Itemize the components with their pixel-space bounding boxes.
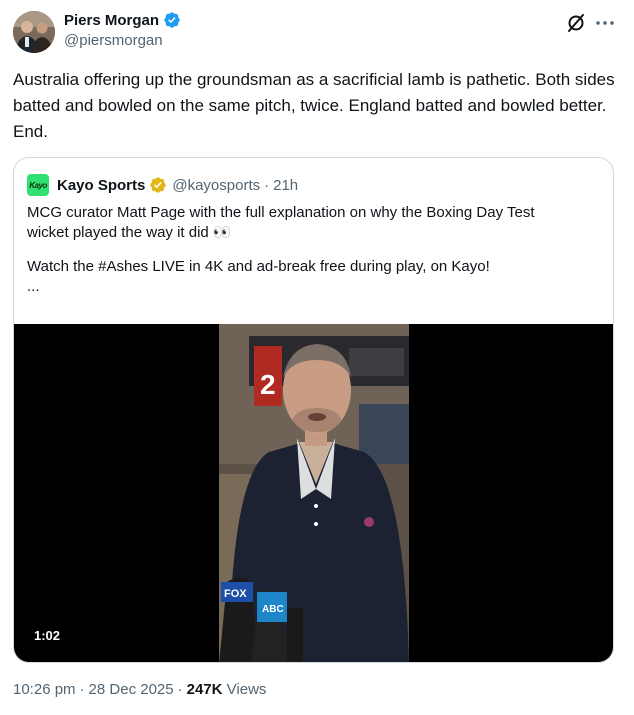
meta-separator: · [177, 681, 183, 698]
quoted-tweet-card[interactable]: Kayo Kayo Sports @kayosports · 21h MCG c… [13, 157, 614, 663]
quoted-tweet-text: MCG curator Matt Page with the full expl… [27, 203, 602, 297]
quoted-text-line [27, 243, 602, 257]
quoted-timestamp[interactable]: 21h [273, 177, 298, 194]
quoted-text-line: Watch the #Ashes LIVE in 4K and ad-break… [27, 258, 490, 275]
more-icon[interactable] [594, 12, 616, 34]
quoted-author-avatar[interactable]: Kayo [27, 174, 49, 196]
author-name[interactable]: Piers Morgan [64, 12, 159, 29]
tweet-meta: 10:26 pm · 28 Dec 2025 · 247K Views [13, 681, 266, 698]
author-block: Piers Morgan @piersmorgan [64, 9, 181, 49]
quoted-text-line: wicket played the way it did 👀 [27, 224, 232, 241]
quoted-text-line: ... [27, 278, 40, 295]
video-frame: 2 FOX ABC [219, 324, 409, 662]
tweet-time[interactable]: 10:26 pm [13, 681, 76, 698]
quoted-separator: · [264, 176, 270, 194]
video-player[interactable]: 2 FOX ABC 1:02 [14, 324, 613, 662]
quoted-author-name[interactable]: Kayo Sports [57, 177, 145, 194]
author-handle[interactable]: @piersmorgan [64, 32, 181, 49]
quoted-author-handle[interactable]: @kayosports [172, 177, 260, 194]
verified-badge-icon [164, 12, 180, 28]
views-label: Views [226, 681, 267, 698]
abc-mic-label: ABC [262, 604, 284, 615]
quoted-tweet-header: Kayo Kayo Sports @kayosports · 21h [27, 174, 298, 196]
author-avatar-photo [13, 11, 55, 53]
author-avatar[interactable] [13, 11, 55, 53]
views-count[interactable]: 247K [187, 681, 223, 698]
fox-mic-label: FOX [224, 588, 247, 600]
tweet-text: Australia offering up the groundsman as … [13, 70, 615, 141]
video-duration: 1:02 [28, 626, 67, 645]
scoreboard-digit: 2 [260, 369, 276, 400]
gold-verified-badge-icon [150, 177, 167, 193]
meta-separator: · [79, 681, 85, 698]
grok-icon[interactable] [565, 12, 587, 34]
tweet-date[interactable]: 28 Dec 2025 [89, 681, 174, 698]
quoted-author-avatar-text: Kayo [29, 180, 47, 190]
quoted-text-line: MCG curator Matt Page with the full expl… [27, 204, 535, 221]
